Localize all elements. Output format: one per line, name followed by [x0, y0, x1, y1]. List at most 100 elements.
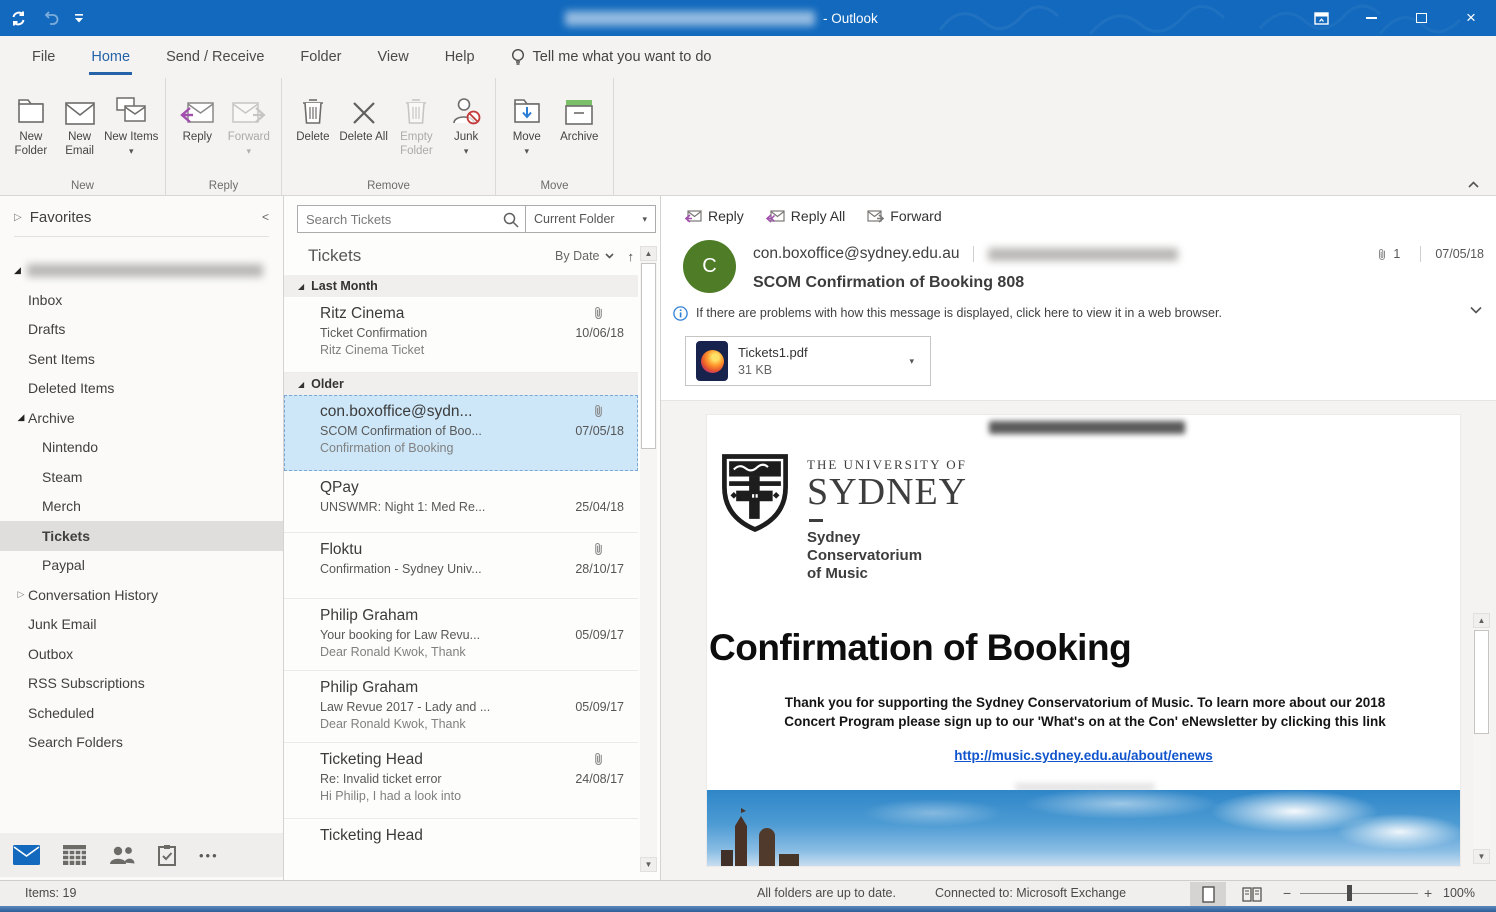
sidebar-item-deleted-items[interactable]: Deleted Items — [0, 374, 283, 404]
sidebar-item-archive[interactable]: ◢Archive — [0, 403, 283, 433]
sidebar-item-merch[interactable]: Merch — [0, 492, 283, 522]
message-list-scrollbar[interactable]: ▲ ▼ — [640, 246, 657, 872]
search-icon[interactable] — [503, 212, 519, 228]
forward-action[interactable]: Forward — [867, 208, 941, 224]
email-item-qpay[interactable]: QPay UNSWMR: Night 1: Med Re...25/04/18 — [284, 471, 638, 533]
sidebar-item-inbox[interactable]: Inbox — [0, 285, 283, 315]
junk-button[interactable]: Junk ▾ — [443, 86, 489, 156]
normal-view-button[interactable] — [1234, 882, 1270, 906]
sidebar-item-steam[interactable]: Steam — [0, 462, 283, 492]
collapse-ribbon-button[interactable] — [1468, 181, 1478, 187]
close-button[interactable]: × — [1446, 0, 1496, 36]
attachment-chip[interactable]: Tickets1.pdf 31 KB ▾ — [685, 336, 931, 386]
sidebar-item-paypal[interactable]: Paypal — [0, 551, 283, 581]
tab-folder[interactable]: Folder — [282, 36, 359, 78]
move-dropdown-icon[interactable]: ▾ — [525, 146, 530, 156]
email-item-floktu[interactable]: Floktu Confirmation - Sydney Univ...28/1… — [284, 533, 638, 599]
sidebar-item-rss-subscriptions[interactable]: RSS Subscriptions — [0, 669, 283, 699]
delete-button[interactable]: Delete — [288, 86, 338, 145]
sidebar-item-junk-email[interactable]: Junk Email — [0, 610, 283, 640]
list-group-last-month[interactable]: ◢Last Month — [284, 275, 638, 297]
new-folder-button[interactable]: New Folder — [6, 86, 56, 158]
zoom-in-button[interactable]: + — [1424, 885, 1432, 901]
reading-pane-scrollbar[interactable]: ▲ ▼ — [1473, 613, 1490, 864]
new-items-dropdown-icon[interactable]: ▾ — [129, 146, 134, 156]
archive-expand-icon[interactable]: ◢ — [14, 412, 28, 423]
email-item-con-boxoffice[interactable]: con.boxoffice@sydn... SCOM Confirmation … — [284, 395, 638, 471]
scrollbar-thumb[interactable] — [1474, 630, 1489, 734]
sidebar-item-sent-items[interactable]: Sent Items — [0, 344, 283, 374]
reply-all-action[interactable]: Reply All — [766, 208, 845, 224]
send-receive-all-icon[interactable] — [10, 10, 27, 27]
people-nav-icon[interactable] — [109, 846, 135, 865]
scroll-up-icon[interactable]: ▲ — [640, 246, 657, 261]
reply-action[interactable]: Reply — [685, 208, 744, 224]
sidebar-item-conversation-history[interactable]: ▷Conversation History — [0, 580, 283, 610]
delete-all-button[interactable]: Delete All — [338, 86, 390, 145]
search-input[interactable] — [298, 212, 525, 227]
tab-send-receive[interactable]: Send / Receive — [148, 36, 282, 78]
zoom-slider-track[interactable] — [1300, 893, 1418, 894]
email-item-ticketing-head-2[interactable]: Ticketing Head — [284, 819, 638, 880]
tab-home[interactable]: Home — [73, 36, 148, 78]
move-button[interactable]: Move ▾ — [502, 86, 552, 156]
tab-file[interactable]: File — [14, 36, 73, 78]
maximize-button[interactable] — [1396, 0, 1446, 36]
ribbon-tab-bar: File Home Send / Receive Folder View Hel… — [0, 36, 1496, 78]
minimize-folder-pane-icon[interactable]: < — [262, 210, 269, 224]
sidebar-item-drafts[interactable]: Drafts — [0, 315, 283, 345]
tasks-nav-icon[interactable] — [158, 845, 176, 866]
sort-by-dropdown[interactable]: By Date — [555, 249, 613, 263]
customize-qat-icon[interactable] — [75, 14, 83, 23]
sender-email[interactable]: con.boxoffice@sydney.edu.au — [753, 245, 959, 263]
forward-button[interactable]: Forward ▾ — [223, 86, 275, 156]
zoom-out-button[interactable]: − — [1283, 885, 1291, 901]
junk-dropdown-icon[interactable]: ▾ — [464, 146, 469, 156]
account-expand-icon[interactable]: ◢ — [14, 265, 21, 276]
attachment-dropdown-icon[interactable]: ▾ — [909, 356, 920, 367]
email-item-ritz-cinema[interactable]: Ritz Cinema Ticket Confirmation10/06/18 … — [284, 297, 638, 373]
move-icon — [512, 88, 542, 126]
account-root[interactable]: ◢ — [0, 255, 283, 285]
list-group-older[interactable]: ◢Older — [284, 373, 638, 395]
sidebar-item-scheduled[interactable]: Scheduled — [0, 698, 283, 728]
new-email-button[interactable]: New Email — [56, 86, 104, 158]
zoom-slider-thumb[interactable] — [1347, 885, 1352, 901]
email-item-philip-graham-1[interactable]: Philip Graham Your booking for Law Revu.… — [284, 599, 638, 671]
favorites-expand-icon[interactable]: ▷ — [14, 212, 22, 223]
more-nav-options-icon[interactable]: ••• — [199, 848, 219, 863]
scroll-up-icon[interactable]: ▲ — [1473, 613, 1490, 628]
tab-view[interactable]: View — [360, 36, 427, 78]
search-scope-dropdown[interactable]: Current Folder ▾ — [526, 205, 656, 233]
conversation-history-expand-icon[interactable]: ▷ — [14, 589, 28, 600]
undo-icon[interactable] — [43, 11, 59, 25]
scroll-down-icon[interactable]: ▼ — [1473, 849, 1490, 864]
minimize-button[interactable] — [1346, 0, 1396, 36]
scroll-down-icon[interactable]: ▼ — [640, 857, 657, 872]
sidebar-item-search-folders[interactable]: Search Folders — [0, 728, 283, 758]
email-item-philip-graham-2[interactable]: Philip Graham Law Revue 2017 - Lady and … — [284, 671, 638, 743]
email-item-ticketing-head-1[interactable]: Ticketing Head Re: Invalid ticket error2… — [284, 743, 638, 819]
reading-view-button[interactable] — [1190, 882, 1226, 906]
mail-nav-icon[interactable] — [13, 845, 40, 865]
tell-me-box[interactable]: Tell me what you want to do — [511, 48, 712, 66]
archive-button[interactable]: Archive — [552, 86, 607, 145]
new-items-button[interactable]: New Items ▾ — [104, 86, 159, 156]
favorites-header[interactable]: ▷ Favorites < — [0, 196, 283, 232]
empty-folder-button[interactable]: Empty Folder — [390, 86, 444, 158]
search-box[interactable] — [297, 205, 526, 233]
scrollbar-thumb[interactable] — [641, 263, 656, 449]
sidebar-item-outbox[interactable]: Outbox — [0, 639, 283, 669]
message-info-bar[interactable]: If there are problems with how this mess… — [673, 302, 1466, 324]
sidebar-item-tickets[interactable]: Tickets — [0, 521, 283, 551]
expand-header-chevron-icon[interactable] — [1470, 306, 1482, 314]
forward-dropdown-icon[interactable]: ▾ — [247, 146, 252, 156]
sort-direction-icon[interactable]: ↑ — [628, 249, 635, 264]
tab-help[interactable]: Help — [427, 36, 493, 78]
calendar-nav-icon[interactable] — [63, 845, 86, 865]
sidebar-item-nintendo[interactable]: Nintendo — [0, 433, 283, 463]
enews-link[interactable]: http://music.sydney.edu.au/about/enews — [954, 748, 1213, 763]
zoom-level[interactable]: 100% — [1443, 886, 1475, 900]
ribbon-display-options-button[interactable] — [1296, 0, 1346, 36]
reply-button[interactable]: Reply — [172, 86, 223, 145]
